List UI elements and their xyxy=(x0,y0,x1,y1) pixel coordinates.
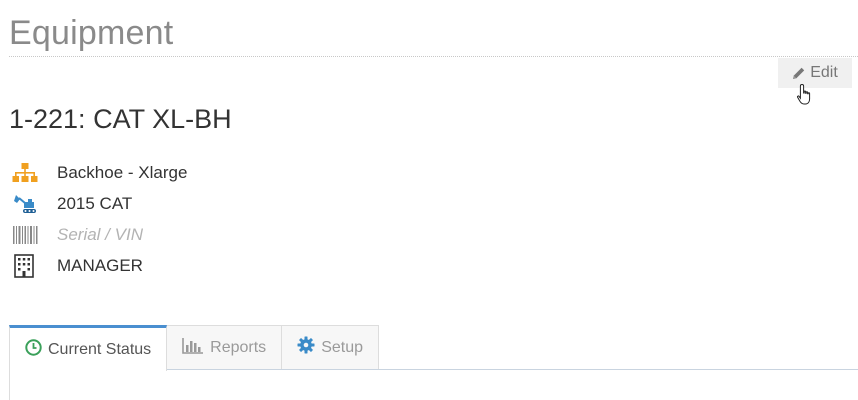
make-model-text: 2015 CAT xyxy=(57,193,133,213)
serial-row: Serial / VIN xyxy=(12,219,143,250)
tab-setup-label: Setup xyxy=(321,338,363,356)
equipment-tabs: Current Status Reports Setup xyxy=(9,325,379,371)
hand-cursor-icon xyxy=(796,83,816,107)
excavator-icon xyxy=(12,192,40,216)
equipment-details: Backhoe - Xlarge 2015 CAT Serial / VIN M… xyxy=(12,157,187,281)
owner-text: MANAGER xyxy=(57,255,143,275)
serial-vin-text: Serial / VIN xyxy=(57,224,143,244)
page-title: Equipment xyxy=(9,14,174,52)
clock-icon xyxy=(25,338,42,361)
barcode-icon xyxy=(12,223,40,247)
org-chart-icon xyxy=(12,161,40,185)
tab-divider xyxy=(167,369,858,370)
tab-reports[interactable]: Reports xyxy=(167,325,283,369)
edit-label: Edit xyxy=(810,64,838,81)
category-row: Backhoe - Xlarge xyxy=(12,157,187,188)
equipment-page: Equipment Edit 1-221: CAT XL-BH Backhoe … xyxy=(0,0,858,400)
tab-reports-label: Reports xyxy=(210,338,267,356)
equipment-heading: 1-221: CAT XL-BH xyxy=(9,104,232,135)
tab-panel-border xyxy=(9,370,10,400)
equipment-name: CAT XL-BH xyxy=(93,104,232,134)
pencil-icon xyxy=(792,66,806,80)
category-text: Backhoe - Xlarge xyxy=(57,162,188,182)
tab-current-status[interactable]: Current Status xyxy=(9,325,168,371)
gear-icon xyxy=(297,336,315,359)
bar-chart-icon xyxy=(182,337,204,359)
make-model-row: 2015 CAT xyxy=(12,188,132,219)
building-icon xyxy=(12,253,40,278)
equipment-number: 1-221: xyxy=(9,104,86,134)
tab-current-status-label: Current Status xyxy=(48,340,152,358)
owner-row: MANAGER xyxy=(12,250,143,281)
title-divider xyxy=(9,56,858,57)
tab-setup[interactable]: Setup xyxy=(282,325,379,369)
